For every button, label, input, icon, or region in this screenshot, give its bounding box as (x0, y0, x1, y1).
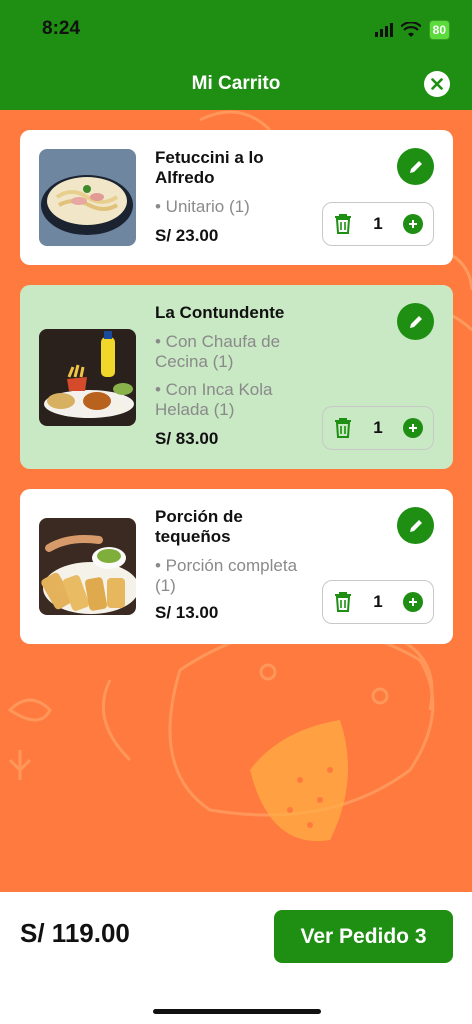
plus-icon (409, 598, 417, 606)
wifi-icon (400, 22, 421, 37)
item-option: • Unitario (1) (155, 197, 250, 216)
battery-icon: 80 (428, 20, 450, 40)
quantity-value: 1 (373, 592, 383, 611)
edit-button[interactable] (397, 148, 434, 185)
pencil-icon (409, 315, 422, 328)
quantity-value: 1 (373, 418, 383, 437)
trash-icon[interactable] (333, 213, 353, 235)
trash-icon[interactable] (333, 591, 353, 613)
item-option: • Con Inca Kola Helada (1) (155, 380, 273, 419)
food-image (39, 518, 136, 615)
edit-button[interactable] (397, 303, 434, 340)
item-price: S/ 83.00 (155, 429, 219, 448)
quantity-stepper: 1 (322, 406, 434, 450)
app-header: 8:24 80 Mi Carrito (0, 0, 472, 110)
increase-button[interactable] (403, 418, 423, 438)
status-icons: 80 (374, 20, 450, 40)
pencil-icon (409, 519, 422, 532)
status-time: 8:24 (42, 18, 81, 39)
trash-icon[interactable] (333, 417, 353, 439)
close-icon (431, 78, 443, 90)
food-image (39, 329, 136, 426)
view-order-button[interactable]: Ver Pedido 3 (274, 910, 453, 963)
increase-button[interactable] (403, 214, 423, 234)
pencil-icon (409, 160, 422, 173)
increase-button[interactable] (403, 592, 423, 612)
close-button[interactable] (424, 71, 450, 97)
cart-item: Porción de tequeños • Porción completa (… (20, 489, 453, 644)
quantity-stepper: 1 (322, 580, 434, 624)
item-price: S/ 23.00 (155, 226, 219, 245)
checkout-bar: S/ 119.00 Ver Pedido 3 (0, 892, 472, 1024)
food-image (39, 149, 136, 246)
item-price: S/ 13.00 (155, 603, 219, 622)
cart-total: S/ 119.00 (20, 918, 130, 948)
item-name: Porción de tequeños (155, 507, 243, 546)
item-option: • Porción completa (1) (155, 556, 298, 595)
page-title: Mi Carrito (191, 73, 281, 94)
quantity-stepper: 1 (322, 202, 434, 246)
plus-icon (409, 424, 417, 432)
cart-item: La Contundente • Con Chaufa de Cecina (1… (20, 285, 453, 469)
item-option: • Con Chaufa de Cecina (1) (155, 332, 281, 371)
item-name: Fetuccini a lo Alfredo (155, 148, 264, 187)
cart-item: Fetuccini a lo Alfredo • Unitario (1) S/… (20, 130, 453, 265)
edit-button[interactable] (397, 507, 434, 544)
signal-icon (374, 23, 393, 37)
item-name: La Contundente (155, 303, 285, 322)
plus-icon (409, 220, 417, 228)
home-indicator (153, 1009, 321, 1014)
quantity-value: 1 (373, 214, 383, 233)
